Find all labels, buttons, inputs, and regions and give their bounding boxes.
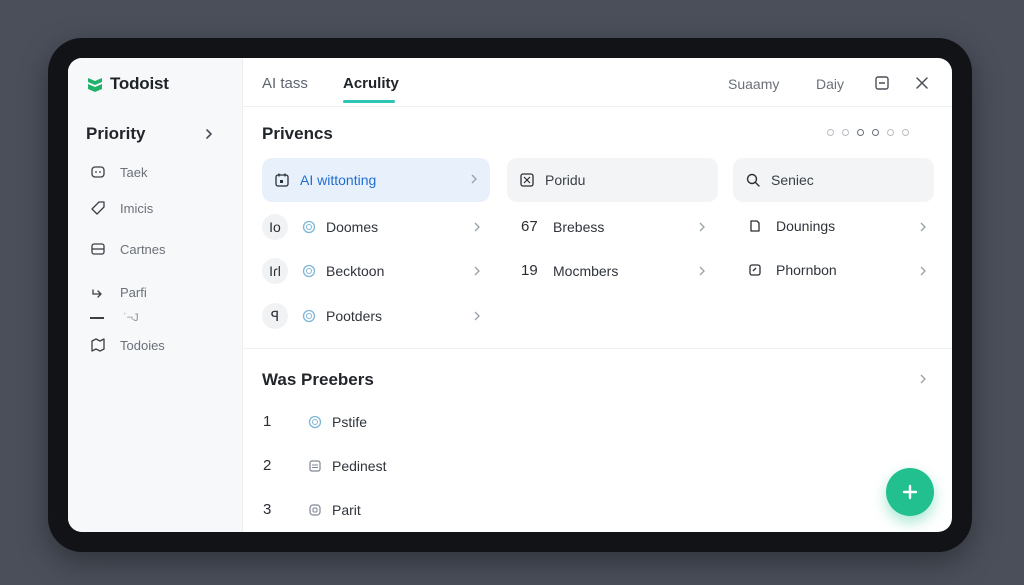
item-label: Pootders [326,308,383,324]
close-icon[interactable] [914,75,930,91]
check-square-icon [749,264,761,276]
card-ai-wittonting[interactable]: AI wittonting [262,158,490,202]
pager-dot[interactable] [902,129,909,136]
item-label: Phornbon [776,262,837,278]
arrow-icon [92,289,102,298]
pager-dot[interactable] [842,129,849,136]
list-item-pootders[interactable]: ꟼ Pootders [262,303,382,329]
sidebar-item-cartnes[interactable]: Cartnes [90,241,166,257]
sidebar-item-parfi[interactable]: Parfi [90,284,147,300]
search-icon [746,173,760,187]
app-name: Todoist [110,74,169,93]
list-item-becktoon[interactable]: Iɾl Becktoon [262,258,384,284]
item-badge: Io [262,214,288,240]
tab-acrulity[interactable]: Acrulity [343,75,399,92]
suaamy-link[interactable]: Suaamy [728,76,779,92]
list-item-pstife[interactable]: 1 Pstife [263,413,367,430]
sidebar-item-label: Parfi [120,284,147,300]
card-label: AI wittonting [300,172,377,188]
list-item-parit[interactable]: 3 Parit [263,501,361,518]
sidebar-divider [90,317,104,319]
sidebar-item-label: Todoies [120,337,165,353]
list-item-doomes[interactable]: Io Doomes [262,214,378,240]
item-label: Parit [332,501,361,518]
section-title: Was Preebers [262,370,374,389]
active-tab-indicator [343,100,395,103]
chevron-right-icon[interactable] [917,373,929,385]
sidebar-small-text: ˈ¬J [123,312,139,324]
sidebar-item-todoies[interactable]: Todoies [90,337,165,353]
chevron-right-icon [471,174,477,184]
item-number: 1 [263,413,272,430]
pager-dot[interactable] [872,129,879,136]
item-label: Mocmbers [553,262,619,279]
item-label: Pstife [332,413,368,430]
item-label: Dounings [776,218,836,234]
sidebar-heading[interactable]: Priority [86,124,146,144]
ring-icon [302,220,316,234]
daiy-link[interactable]: Daiy [816,76,844,92]
item-label: Becktoon [326,263,385,279]
chevron-right-icon[interactable] [917,265,929,277]
item-number: 3 [263,501,272,518]
ring-icon [302,309,316,323]
item-label: Brebess [553,218,605,235]
tab-ai-tass[interactable]: AI tass [262,75,308,92]
sidebar: Todoist Priority Taek Imicis Cartnes Par… [68,58,243,532]
sidebar-item-label: Cartnes [120,241,166,257]
item-label: Pedinest [332,457,387,474]
chevron-right-icon[interactable] [696,221,708,233]
item-label: Doomes [326,219,379,235]
chat-icon [91,166,105,178]
chevron-right-icon[interactable] [202,127,216,141]
chevron-right-icon[interactable] [917,221,929,233]
add-task-button[interactable] [886,468,934,516]
doc-icon [750,220,760,232]
list-icon [309,459,321,472]
tag-icon [91,201,105,215]
chevron-right-icon[interactable] [696,265,708,277]
list-item-dounings[interactable]: Dounings [748,218,835,234]
card-label: Seniec [771,172,814,188]
ring-icon [308,415,322,428]
file-icon [309,503,321,516]
card-seniec[interactable]: Seniec [733,158,934,202]
brand[interactable]: Todoist [86,74,169,94]
sidebar-item-label: Taek [120,164,148,180]
item-badge: Iɾl [262,258,288,284]
list-item-mocmbers[interactable]: 19 Mocmbers [521,262,618,279]
app-window: Todoist Priority Taek Imicis Cartnes Par… [68,58,952,532]
top-tab-bar: AI tass Acrulity Suaamy Daiy [243,58,952,107]
chevron-right-icon[interactable] [471,310,483,322]
todoist-logo-icon [88,78,102,92]
card-icon [91,243,105,255]
plus-icon [902,484,918,500]
item-count: 19 [521,262,538,279]
sidebar-item-imicis[interactable]: Imicis [90,200,153,216]
chevron-right-icon[interactable] [471,265,483,277]
map-icon [91,338,105,352]
item-badge: ꟼ [262,303,288,329]
calendar-icon [275,173,289,187]
sidebar-item-label: Imicis [120,200,154,216]
chevron-right-icon[interactable] [471,221,483,233]
card-label: Poridu [545,172,586,188]
card-poridu[interactable]: Poridu [507,158,718,202]
sidebar-item-taek[interactable]: Taek [90,164,147,180]
list-item-phornbon[interactable]: Phornbon [748,262,837,278]
pager-dots[interactable] [827,129,909,136]
ring-icon [302,264,316,278]
pager-dot-active[interactable] [857,129,864,136]
minimize-icon[interactable] [874,75,890,91]
pager-dot[interactable] [887,129,894,136]
pager-dot[interactable] [827,129,834,136]
section-title: Privencs [262,124,333,143]
list-item-brebess[interactable]: 67 Brebess [521,218,604,235]
list-item-pedinest[interactable]: 2 Pedinest [263,457,386,474]
section-divider [243,348,952,349]
box-icon [520,173,534,187]
item-number: 2 [263,457,272,474]
item-count: 67 [521,218,538,235]
